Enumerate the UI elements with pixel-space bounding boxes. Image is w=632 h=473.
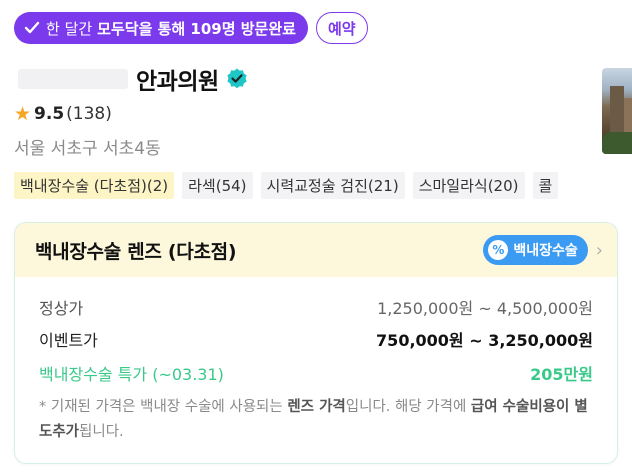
- tag-vision-correction-exam[interactable]: 시력교정술 검진(21): [260, 172, 405, 199]
- event-price-label: 이벤트가: [39, 331, 98, 350]
- header-badges: 한 달간 모두닥을 통해 109명 방문완료 예약: [14, 12, 368, 44]
- category-pill[interactable]: % 백내장수술: [483, 235, 588, 265]
- treatment-tags: 백내장수술 (다초점)(2) 라섹(54) 시력교정술 검진(21) 스마일라식…: [14, 172, 559, 199]
- check-icon: [24, 21, 40, 35]
- clinic-name-row: 안과의원: [18, 62, 249, 96]
- category-pill-label: 백내장수술: [513, 243, 578, 259]
- price-card[interactable]: 백내장수술 렌즈 (다초점) % 백내장수술 › 정상가 1,250,000원 …: [14, 222, 618, 464]
- regular-price-value: 1,250,000원 ~ 4,500,000원: [377, 299, 593, 318]
- category-link[interactable]: % 백내장수술 ›: [483, 235, 603, 265]
- visit-badge-highlight: 모두닥을 통해 109명 방문완료: [97, 19, 296, 38]
- regular-price-label: 정상가: [39, 299, 84, 318]
- event-price-value: 750,000원 ~ 3,250,000원: [376, 331, 593, 350]
- star-icon: ★: [14, 102, 32, 125]
- redacted-name: [18, 69, 128, 89]
- event-price-row: 이벤트가 750,000원 ~ 3,250,000원: [39, 327, 593, 351]
- note-text-2: 입니다. 해당 가격에: [345, 399, 471, 415]
- note-text-1: * 기재된 가격은 백내장 수술에 사용되는: [39, 399, 288, 415]
- price-card-title: 백내장수술 렌즈 (다초점): [35, 240, 237, 263]
- special-price-row: 백내장수술 특가 (~03.31) 205만원: [39, 361, 593, 385]
- clinic-name[interactable]: 안과의원: [136, 62, 219, 96]
- price-note: * 기재된 가격은 백내장 수술에 사용되는 렌즈 가격입니다. 해당 가격에 …: [39, 395, 599, 445]
- reserve-button[interactable]: 예약: [315, 12, 368, 44]
- verified-icon: [225, 67, 249, 91]
- visit-badge-prefix: 한 달간: [46, 19, 93, 38]
- regular-price-row: 정상가 1,250,000원 ~ 4,500,000원: [39, 295, 593, 319]
- visit-count-badge: 한 달간 모두닥을 통해 109명 방문완료: [14, 12, 308, 44]
- tag-lasek[interactable]: 라섹(54): [182, 172, 253, 199]
- price-card-header: 백내장수술 렌즈 (다초점) % 백내장수술 ›: [15, 223, 617, 277]
- clinic-photo[interactable]: [602, 68, 632, 154]
- special-price-label: 백내장수술 특가 (~03.31): [39, 365, 224, 384]
- note-text-3: 됩니다.: [79, 424, 124, 440]
- tag-smile-lasik[interactable]: 스마일라식(20): [412, 172, 525, 199]
- note-bold-1: 렌즈 가격: [287, 399, 346, 415]
- rating-score: 9.5: [34, 104, 65, 124]
- percent-icon: %: [488, 240, 509, 260]
- clinic-address: 서울 서초구 서초4동: [14, 139, 161, 159]
- chevron-right-icon[interactable]: ›: [596, 240, 603, 261]
- tag-truncated[interactable]: 콜: [532, 172, 559, 199]
- special-price-value: 205만원: [530, 365, 593, 384]
- review-count[interactable]: (138): [66, 104, 112, 124]
- rating: ★ 9.5 (138): [14, 104, 112, 124]
- tag-cataract-multifocal[interactable]: 백내장수술 (다초점)(2): [14, 172, 175, 199]
